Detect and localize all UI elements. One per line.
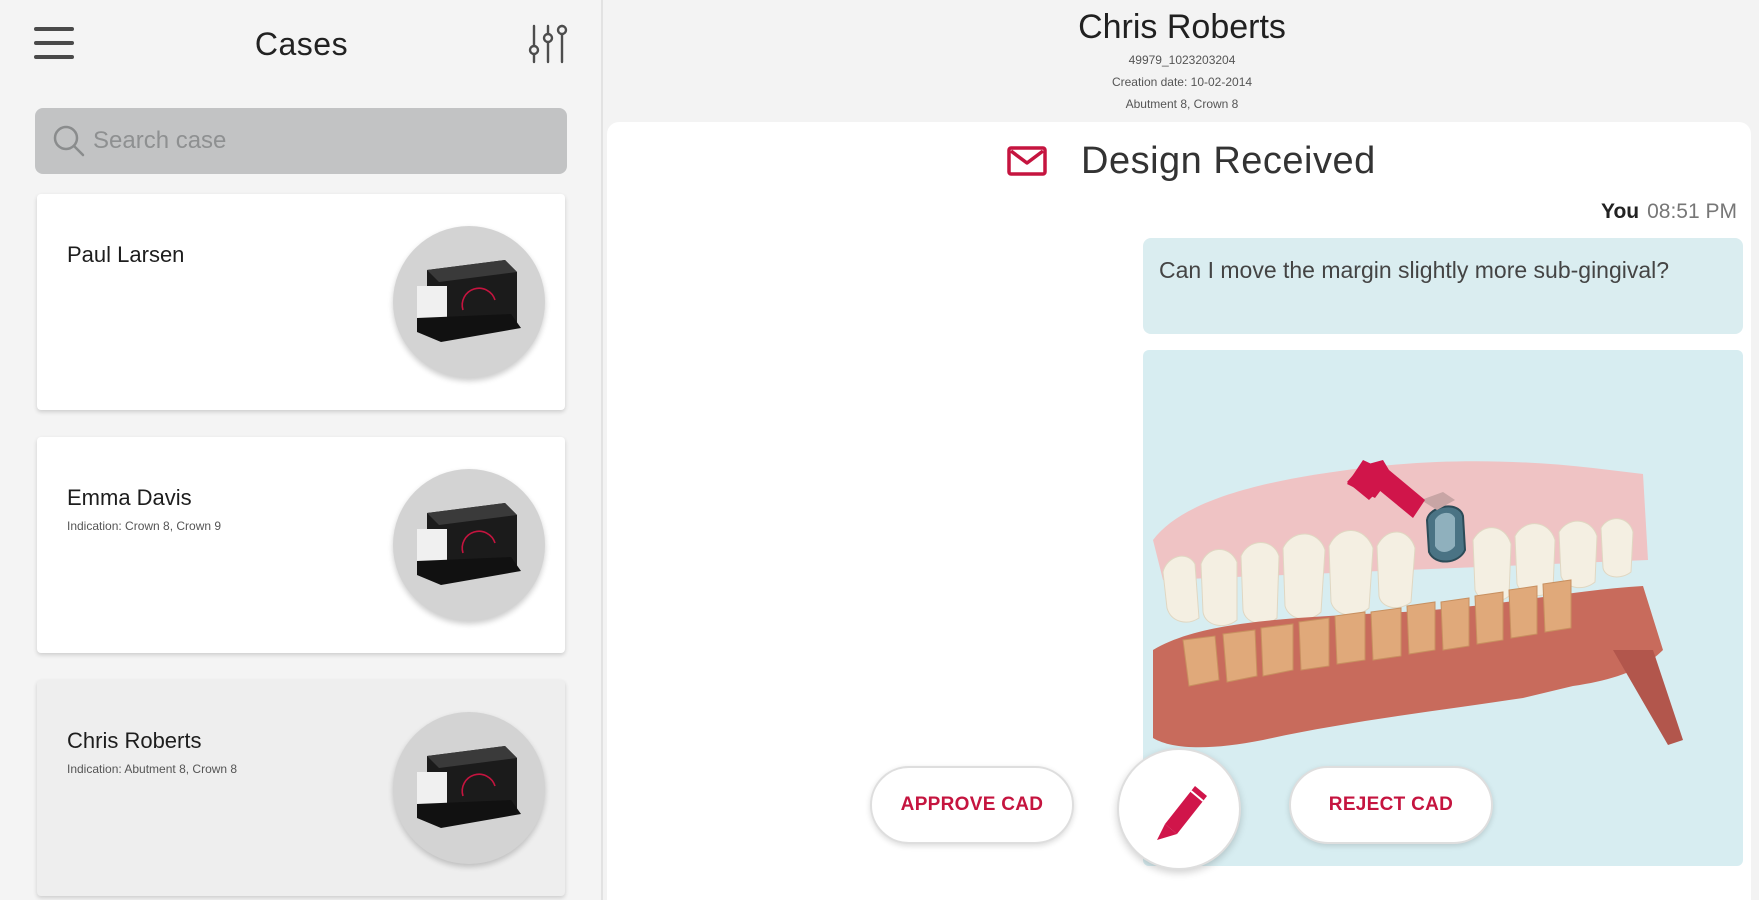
creation-date: Creation date: 10-02-2014 bbox=[1111, 75, 1253, 89]
case-indication: Indication: Abutment 8, Crown 8 bbox=[67, 762, 238, 776]
reject-cad-button[interactable]: REJECT CAD bbox=[1289, 766, 1493, 844]
mail-icon bbox=[1007, 146, 1047, 176]
scanner-icon bbox=[417, 260, 521, 342]
search-bar bbox=[35, 108, 567, 174]
approve-cad-button[interactable]: APPROVE CAD bbox=[870, 766, 1074, 844]
patient-name: Chris Roberts bbox=[1078, 8, 1286, 46]
edit-design-button[interactable] bbox=[1117, 748, 1241, 870]
search-icon bbox=[53, 125, 85, 157]
cases-sidebar: Cases Paul Larsen bbox=[0, 0, 603, 900]
case-card-selected[interactable]: Chris Roberts Indication: Abutment 8, Cr… bbox=[37, 680, 565, 896]
case-card[interactable]: Emma Davis Indication: Crown 8, Crown 9 bbox=[37, 437, 565, 653]
case-name: Emma Davis bbox=[67, 485, 192, 510]
message-time: 08:51 PM bbox=[1647, 200, 1737, 223]
case-indication: Indication: Crown 8, Crown 9 bbox=[67, 519, 222, 533]
case-avatar bbox=[393, 469, 545, 621]
message-bubble: Can I move the margin slightly more sub-… bbox=[1143, 238, 1743, 334]
message-sender: You 08:51 PM bbox=[1601, 200, 1737, 224]
scanner-icon bbox=[417, 503, 521, 585]
case-name: Paul Larsen bbox=[67, 242, 185, 267]
case-id: 49979_1023203204 bbox=[1128, 53, 1236, 67]
sidebar-title: Cases bbox=[254, 26, 349, 62]
search-input[interactable] bbox=[93, 120, 543, 162]
case-name: Chris Roberts bbox=[67, 728, 202, 753]
filter-sliders-icon[interactable] bbox=[526, 22, 570, 66]
scanner-icon bbox=[417, 746, 521, 828]
case-avatar bbox=[393, 712, 545, 864]
pencil-icon bbox=[1157, 786, 1207, 840]
sender-name: You bbox=[1601, 200, 1640, 223]
status-title: Design Received bbox=[1081, 140, 1376, 182]
case-avatar bbox=[393, 226, 545, 378]
sidebar-header: Cases bbox=[0, 0, 603, 100]
case-indication-summary: Abutment 8, Crown 8 bbox=[1125, 97, 1239, 111]
case-card[interactable]: Paul Larsen bbox=[37, 194, 565, 410]
